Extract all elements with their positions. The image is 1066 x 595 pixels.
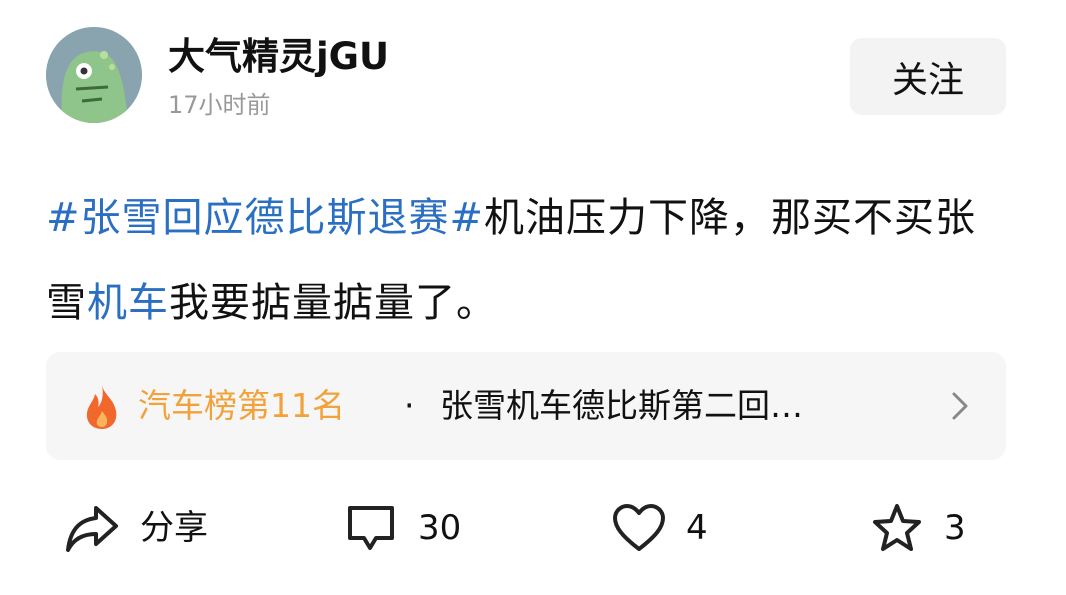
flame-icon — [86, 385, 117, 429]
comment-button[interactable]: 30 — [344, 500, 461, 556]
separator-dot: · — [404, 386, 415, 425]
like-count: 4 — [686, 508, 708, 548]
follow-button[interactable]: 关注 — [850, 38, 1006, 115]
author-name[interactable]: 大气精灵jGU — [168, 34, 389, 80]
avatar[interactable] — [46, 27, 142, 123]
hot-topic-title: 张雪机车德比斯第二回… — [440, 386, 803, 425]
share-button[interactable]: 分享 — [64, 500, 208, 556]
star-icon — [873, 504, 921, 551]
post-text-part-2: 我要掂量掂量了。 — [169, 280, 497, 326]
keyword-link[interactable]: 机车 — [87, 280, 169, 326]
favorite-count: 3 — [944, 508, 966, 548]
comment-count: 30 — [418, 508, 462, 548]
heart-icon — [613, 504, 665, 551]
post-timestamp: 17小时前 — [168, 91, 271, 119]
share-icon — [66, 506, 118, 552]
ranking-label: 汽车榜第11名 — [138, 386, 345, 425]
share-label: 分享 — [140, 508, 208, 548]
favorite-button[interactable]: 3 — [870, 500, 966, 556]
like-button[interactable]: 4 — [612, 500, 708, 556]
hashtag-link[interactable]: #张雪回应德比斯退赛# — [46, 195, 484, 241]
comment-icon — [348, 506, 394, 550]
chevron-right-icon — [952, 392, 968, 420]
dinosaur-avatar-icon — [46, 27, 142, 123]
post-content: #张雪回应德比斯退赛#机油压力下降，那买不买张雪机车我要掂量掂量了。 — [46, 176, 996, 346]
